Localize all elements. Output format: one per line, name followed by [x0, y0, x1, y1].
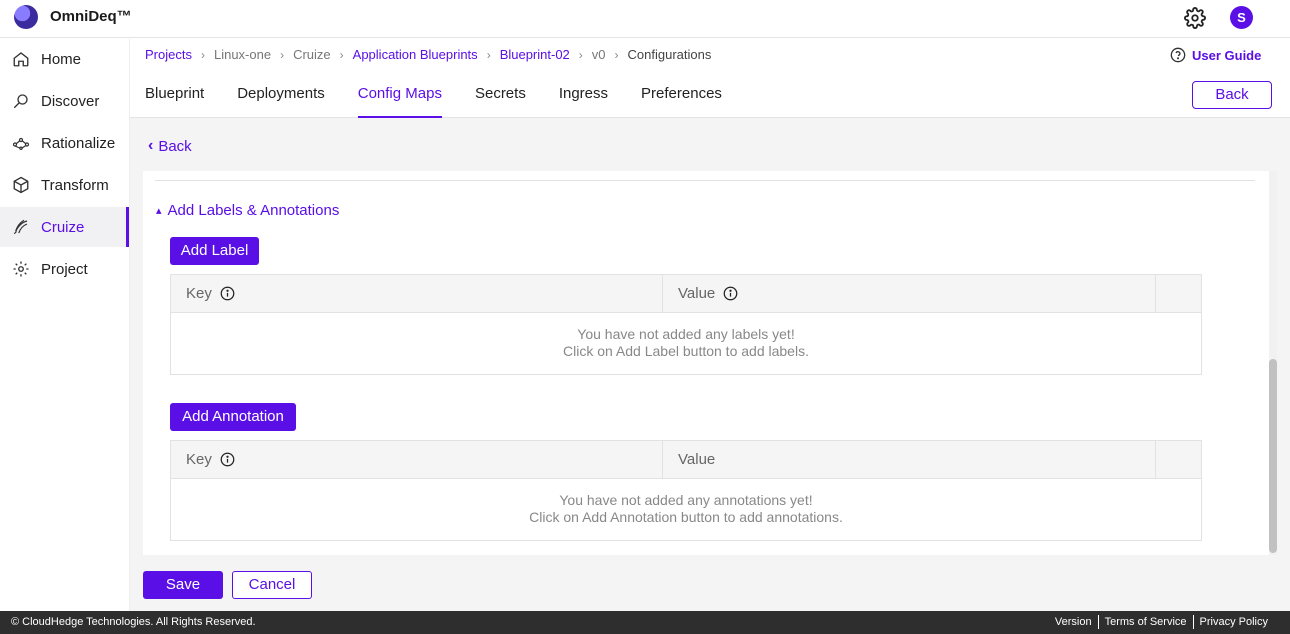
chevron-right-icon: ›	[280, 47, 285, 62]
scrollbar-thumb[interactable]	[1269, 359, 1277, 553]
tab-bar: Blueprint Deployments Config Maps Secret…	[145, 85, 755, 118]
home-icon	[13, 52, 29, 67]
chevron-right-icon: ›	[486, 47, 491, 62]
sidebar-item-transform[interactable]: Transform	[0, 165, 129, 205]
omnideq-logo[interactable]	[14, 5, 38, 29]
gear-icon	[13, 261, 29, 277]
column-value: Value	[663, 275, 1156, 312]
divider	[155, 180, 1255, 181]
sidebar-item-discover[interactable]: Discover	[0, 81, 129, 121]
empty-hint: Click on Add Label button to add labels.	[563, 343, 809, 359]
cancel-button[interactable]: Cancel	[232, 571, 312, 599]
back-link-label: Back	[158, 137, 192, 155]
sidebar-item-label: Cruize	[41, 218, 85, 236]
add-annotation-button[interactable]: Add Annotation	[170, 403, 296, 431]
empty-message: You have not added any annotations yet!	[559, 492, 813, 508]
breadcrumb-configurations: Configurations	[627, 47, 712, 62]
sidebar-item-label: Home	[41, 50, 82, 68]
chevron-left-icon: ‹	[148, 137, 154, 154]
page-header: Projects › Linux-one › Cruize › Applicat…	[130, 39, 1290, 118]
column-key: Key	[171, 441, 663, 478]
sidebar-item-label: Project	[41, 260, 88, 278]
info-icon[interactable]	[220, 452, 235, 467]
user-avatar[interactable]: S	[1230, 6, 1253, 29]
column-actions	[1156, 441, 1201, 478]
column-value-label: Value	[678, 285, 716, 302]
sidebar-item-label: Transform	[41, 176, 109, 194]
chevron-up-icon: ▴	[156, 205, 162, 217]
sidebar-item-home[interactable]: Home	[0, 39, 129, 79]
table-header: Key Value	[171, 441, 1201, 479]
tab-preferences[interactable]: Preferences	[641, 85, 722, 118]
back-link[interactable]: ‹ Back	[148, 137, 192, 155]
copyright-text: © CloudHedge Technologies. All Rights Re…	[11, 616, 256, 628]
user-guide-label: User Guide	[1192, 47, 1262, 63]
chevron-right-icon: ›	[578, 47, 583, 62]
sidebar-item-rationalize[interactable]: Rationalize	[0, 123, 129, 163]
sidebar-item-label: Discover	[41, 92, 100, 110]
empty-message: You have not added any labels yet!	[577, 326, 795, 342]
tab-deployments[interactable]: Deployments	[237, 85, 325, 118]
column-actions	[1156, 275, 1201, 312]
header-back-button[interactable]: Back	[1192, 81, 1272, 109]
footer-link-version[interactable]: Version	[1049, 615, 1098, 629]
breadcrumb-application-blueprints[interactable]: Application Blueprints	[353, 47, 478, 62]
chevron-right-icon: ›	[614, 47, 619, 62]
labels-annotations-toggle[interactable]: ▴ Add Labels & Annotations	[156, 202, 339, 219]
user-guide-link[interactable]: User Guide	[1170, 47, 1261, 63]
breadcrumb-projects[interactable]: Projects	[145, 47, 192, 62]
brand-name[interactable]: OmniDeq™	[50, 8, 132, 25]
top-bar: OmniDeq™ S	[0, 0, 1290, 38]
footer-link-terms[interactable]: Terms of Service	[1097, 615, 1193, 629]
breadcrumb: Projects › Linux-one › Cruize › Applicat…	[145, 47, 711, 62]
save-button[interactable]: Save	[143, 571, 223, 599]
column-key-label: Key	[186, 285, 212, 302]
settings-gear-icon[interactable]	[1184, 7, 1206, 29]
help-circle-icon	[1170, 47, 1186, 63]
tab-ingress[interactable]: Ingress	[559, 85, 608, 118]
empty-hint: Click on Add Annotation button to add an…	[529, 509, 843, 525]
sidebar-item-project[interactable]: Project	[0, 249, 129, 289]
main-content: Projects › Linux-one › Cruize › Applicat…	[130, 39, 1290, 611]
annotations-table: Key Value You have not added any annotat…	[170, 440, 1202, 541]
chevron-right-icon: ›	[200, 47, 205, 62]
rationalize-icon	[12, 137, 30, 150]
tab-blueprint[interactable]: Blueprint	[145, 85, 204, 118]
breadcrumb-linux-one[interactable]: Linux-one	[214, 47, 271, 62]
footer-links: Version Terms of Service Privacy Policy	[1049, 615, 1274, 629]
sidebar-item-label: Rationalize	[41, 134, 116, 152]
sidebar: Home Discover Rationalize Transform Crui…	[0, 39, 130, 611]
chevron-right-icon: ›	[339, 47, 344, 62]
cruize-icon	[13, 219, 28, 235]
breadcrumb-v0[interactable]: v0	[592, 47, 606, 62]
info-icon[interactable]	[723, 286, 738, 301]
info-icon[interactable]	[220, 286, 235, 301]
sidebar-item-cruize[interactable]: Cruize	[0, 207, 129, 247]
tab-config-maps[interactable]: Config Maps	[357, 85, 442, 118]
labels-table: Key Value You have not added any labels …	[170, 274, 1202, 375]
discover-icon	[13, 94, 28, 109]
breadcrumb-blueprint-02[interactable]: Blueprint-02	[500, 47, 570, 62]
table-header: Key Value	[171, 275, 1201, 313]
tab-secrets[interactable]: Secrets	[475, 85, 526, 118]
cube-icon	[13, 176, 29, 194]
labels-empty-state: You have not added any labels yet! Click…	[171, 313, 1201, 374]
breadcrumb-cruize[interactable]: Cruize	[293, 47, 331, 62]
column-value: Value	[663, 441, 1156, 478]
labels-annotations-panel: ▴ Add Labels & Annotations Add Label Key…	[143, 171, 1277, 555]
section-title: Add Labels & Annotations	[167, 202, 340, 219]
annotations-empty-state: You have not added any annotations yet! …	[171, 479, 1201, 540]
column-key: Key	[171, 275, 663, 312]
footer: © CloudHedge Technologies. All Rights Re…	[0, 611, 1290, 634]
column-key-label: Key	[186, 451, 212, 468]
footer-link-privacy[interactable]: Privacy Policy	[1192, 615, 1274, 629]
add-label-button[interactable]: Add Label	[170, 237, 259, 265]
column-value-label: Value	[678, 451, 716, 468]
